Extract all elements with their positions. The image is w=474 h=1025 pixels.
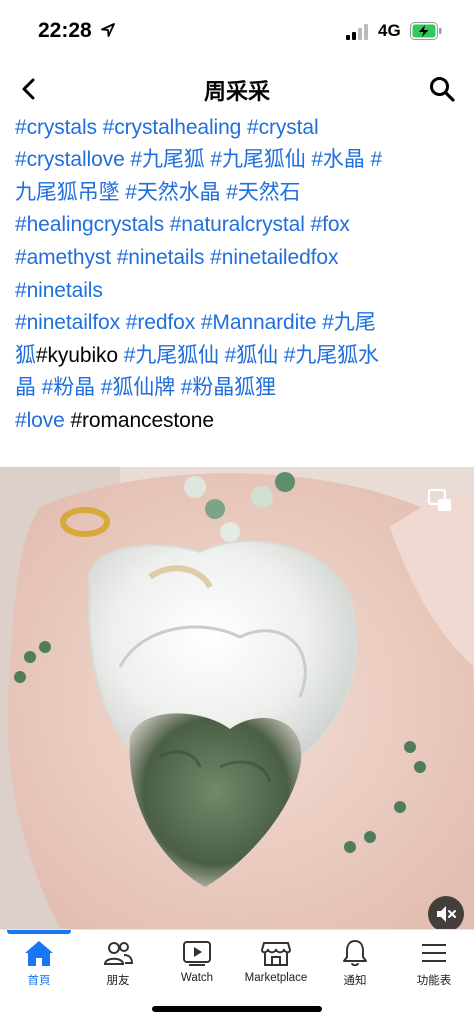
tab-label: 朋友: [106, 975, 130, 987]
caption-line: #crystallove #九尾狐 #九尾狐仙 #水晶 #: [15, 144, 463, 177]
speaker-muted-icon: [437, 906, 456, 922]
hashtag-link[interactable]: #healingcrystals #naturalcrystal #fox: [15, 213, 350, 236]
bell-icon: [343, 940, 367, 967]
network-type: 4G: [378, 21, 401, 40]
status-bar: 22:28 4G: [0, 0, 474, 60]
fullscreen-icon[interactable]: [426, 487, 454, 515]
tab-home[interactable]: 首頁: [0, 930, 79, 1000]
tab-marketplace[interactable]: Marketplace: [236, 930, 316, 1000]
caption-line: 狐#kyubiko #九尾狐仙 #狐仙 #九尾狐水: [15, 340, 463, 373]
tab-label: 功能表: [416, 975, 452, 987]
active-tab-indicator: [7, 930, 71, 934]
hashtag-link[interactable]: #crystallove #九尾狐 #九尾狐仙 #水晶 #: [15, 148, 382, 171]
hashtag-link[interactable]: #ninetails: [15, 279, 103, 302]
hashtag-link[interactable]: 狐: [15, 344, 36, 367]
caption-line: 晶 #粉晶 #狐仙牌 #粉晶狐狸: [15, 372, 463, 405]
caption-line: 九尾狐吊墜 #天然水晶 #天然石: [15, 177, 463, 210]
search-icon[interactable]: [428, 75, 456, 103]
hashtag-link[interactable]: #ninetailfox #redfox #Mannardite #九尾: [15, 311, 376, 334]
mute-button[interactable]: [428, 896, 464, 932]
tab-label: Watch: [180, 972, 214, 984]
video-frame-crystal-pendant: [0, 467, 474, 929]
caption-line: #ninetailfox #redfox #Mannardite #九尾: [15, 307, 463, 340]
hashtag-link[interactable]: #crystals #crystalhealing #crystal: [15, 116, 319, 139]
tab-watch[interactable]: Watch: [157, 930, 237, 1000]
tab-notifications[interactable]: 通知: [315, 930, 395, 1000]
hashtag-link[interactable]: 九尾狐吊墜 #天然水晶 #天然石: [15, 181, 301, 204]
status-time: 22:28: [38, 19, 92, 42]
hashtag-link[interactable]: 晶 #粉晶 #狐仙牌 #粉晶狐狸: [15, 376, 276, 399]
friends-icon: [103, 942, 134, 965]
post-video[interactable]: [0, 467, 474, 929]
caption-line: #crystals #crystalhealing #crystal: [15, 112, 463, 145]
tab-menu[interactable]: 功能表: [394, 930, 474, 1000]
hashtag-link[interactable]: #amethyst #ninetails #ninetailedfox: [15, 246, 338, 269]
caption-line: #amethyst #ninetails #ninetailedfox: [15, 242, 463, 275]
menu-icon: [422, 944, 446, 962]
caption-line: #love #romancestone: [15, 405, 463, 438]
tab-friends[interactable]: 朋友: [78, 930, 158, 1000]
home-icon: [25, 941, 53, 966]
battery-charging-icon: [410, 22, 442, 40]
hashtag-link[interactable]: #九尾狐仙 #狐仙 #九尾狐水: [124, 344, 379, 367]
signal-bars-icon: [346, 24, 368, 40]
tab-label: 通知: [343, 975, 367, 987]
home-indicator: [152, 1006, 322, 1012]
tab-label: Marketplace: [244, 972, 308, 984]
caption-lines: #crystals #crystalhealing #crystal #cryst…: [15, 112, 463, 438]
marketplace-shop-icon: [260, 942, 292, 966]
caption-line: #healingcrystals #naturalcrystal #fox: [15, 209, 463, 242]
post-caption: #crystals #crystalhealing #crystal #cryst…: [15, 102, 463, 462]
watch-play-icon: [183, 941, 211, 966]
tab-label: 首頁: [27, 975, 51, 987]
location-arrow-icon: [101, 23, 115, 37]
caption-text: #kyubiko: [35, 343, 124, 367]
caption-text: #romancestone: [64, 408, 214, 432]
caption-line: #ninetails: [15, 275, 463, 308]
hashtag-link[interactable]: #love: [15, 409, 65, 432]
